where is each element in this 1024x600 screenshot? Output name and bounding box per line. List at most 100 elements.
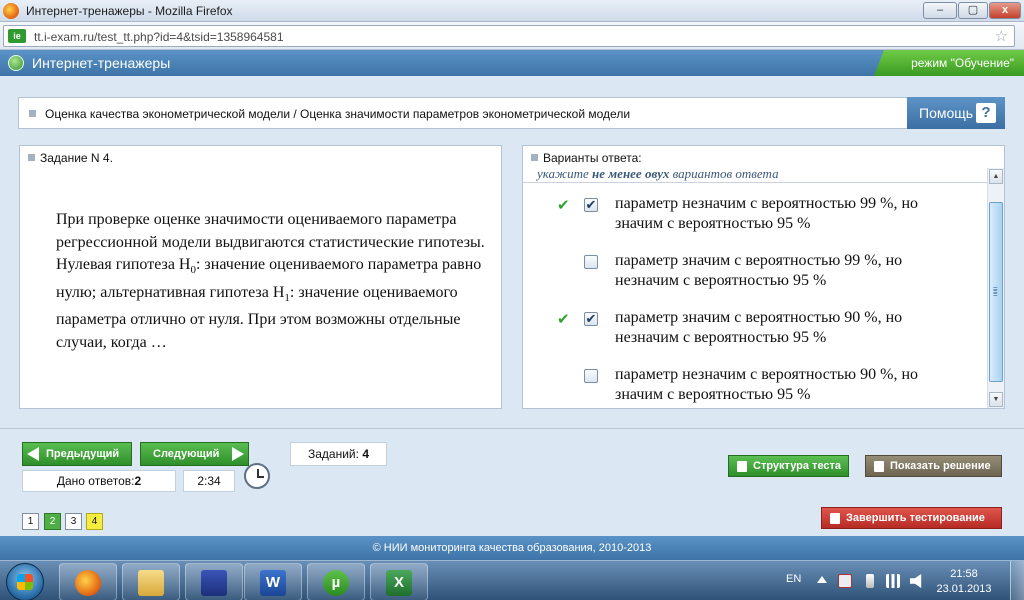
clock-time: 21:58 <box>950 568 978 580</box>
maximize-button[interactable]: ▢ <box>958 2 988 19</box>
tray-expand-icon[interactable] <box>817 576 827 583</box>
volume-icon[interactable] <box>910 574 922 588</box>
bullet-icon <box>531 154 538 161</box>
breadcrumb: Оценка качества эконометрической модели … <box>18 97 908 129</box>
answered-label: Дано ответов: <box>56 474 135 488</box>
taskbar-word[interactable]: W <box>244 563 302 600</box>
answer-hint: укажите не менее овух вариантов ответа <box>537 166 779 182</box>
scroll-up-icon[interactable]: ▲ <box>989 169 1003 184</box>
tasks-counter: Заданий: 4 <box>290 442 387 466</box>
windows-logo-icon <box>17 574 33 590</box>
answers-list: ✔ ✔ параметр незначим с вероятностью 99 … <box>523 194 987 408</box>
app-title: Интернет-тренажеры <box>32 55 171 71</box>
timer: 2:34 <box>183 470 235 492</box>
answers-panel: Варианты ответа: укажите не менее овух в… <box>522 145 1005 409</box>
folder-icon <box>138 570 164 596</box>
minimize-button[interactable]: – <box>923 2 957 19</box>
breadcrumb-text: Оценка качества эконометрической модели … <box>45 107 631 121</box>
answer-text: параметр значим с вероятностью 90 %, но … <box>615 309 903 346</box>
task-text: При проверке оценке значимости оцениваем… <box>56 209 486 354</box>
answer-option-3[interactable]: ✔ ✔ параметр значим с вероятностью 90 %,… <box>523 308 987 365</box>
help-button[interactable]: Помощь ? <box>907 97 1005 129</box>
app-header: Интернет-тренажеры режим "Обучение" <box>0 50 1024 76</box>
answer-text: параметр незначим с вероятностью 99 %, н… <box>615 195 919 232</box>
close-button[interactable]: x <box>989 2 1021 19</box>
question-icon: ? <box>976 103 996 123</box>
task-header: Задание N 4. <box>20 146 501 168</box>
tasks-label: Заданий: <box>308 447 359 461</box>
language-indicator[interactable]: EN <box>786 573 801 585</box>
show-desktop-button[interactable] <box>1010 561 1024 600</box>
page-1[interactable]: 1 <box>22 513 39 530</box>
mode-badge: режим "Обучение" <box>874 50 1024 76</box>
taskbar-explorer[interactable] <box>122 563 180 600</box>
url-text[interactable]: tt.i-exam.ru/test_tt.php?id=4&tsid=13589… <box>34 30 284 44</box>
answer-checkbox[interactable]: ✔ <box>584 312 598 326</box>
arrow-right-icon <box>232 447 244 461</box>
answers-title: Варианты ответа: <box>543 151 642 165</box>
answer-checkbox[interactable] <box>584 255 598 269</box>
globe-icon <box>8 55 24 71</box>
prev-label: Предыдущий <box>46 448 120 460</box>
arrow-left-icon <box>27 447 39 461</box>
next-label: Следующий <box>153 448 220 460</box>
divider <box>0 428 1024 429</box>
hint-part-b: не менее овух <box>592 166 670 181</box>
utorrent-icon: µ <box>323 570 349 596</box>
word-icon: W <box>260 570 286 596</box>
browser-navbar: ie tt.i-exam.ru/test_tt.php?id=4&tsid=13… <box>0 22 1024 50</box>
clock-date: 23.01.2013 <box>936 583 992 595</box>
taskbar-firefox[interactable] <box>59 563 117 600</box>
signal-icon[interactable] <box>886 574 900 588</box>
show-solution-button[interactable]: Показать решение <box>865 455 1002 477</box>
answers-scrollbar[interactable]: ▲ = = = ▼ <box>987 168 1004 408</box>
hint-part-c: вариантов ответа <box>669 166 779 181</box>
bullet-icon <box>28 154 35 161</box>
book-icon <box>874 461 884 472</box>
taskbar-excel[interactable]: X <box>370 563 428 600</box>
answer-text: параметр значим с вероятностью 99 %, но … <box>615 252 903 289</box>
prev-button[interactable]: Предыдущий <box>22 442 132 466</box>
scroll-down-icon[interactable]: ▼ <box>989 392 1003 407</box>
floppy-icon <box>201 570 227 596</box>
hint-part-a: укажите <box>537 166 593 181</box>
clock-hand <box>257 476 264 478</box>
answer-option-2[interactable]: параметр значим с вероятностью 99 %, но … <box>523 251 987 308</box>
answer-checkbox[interactable] <box>584 369 598 383</box>
answer-option-1[interactable]: ✔ ✔ параметр незначим с вероятностью 99 … <box>523 194 987 251</box>
correct-check-icon: ✔ <box>557 197 570 214</box>
url-field[interactable]: ie tt.i-exam.ru/test_tt.php?id=4&tsid=13… <box>3 25 1015 47</box>
scroll-thumb[interactable]: = = = <box>989 202 1003 382</box>
action-center-icon[interactable] <box>838 574 852 588</box>
page-3[interactable]: 3 <box>65 513 82 530</box>
show-solution-label: Показать решение <box>890 460 991 472</box>
finish-label: Завершить тестирование <box>846 512 985 524</box>
battery-icon[interactable] <box>866 574 874 588</box>
finish-button[interactable]: Завершить тестирование <box>821 507 1002 529</box>
grip-icon: = = = <box>993 284 998 299</box>
correct-check-icon: ✔ <box>557 311 570 328</box>
structure-button[interactable]: Структура теста <box>728 455 849 477</box>
bookmark-star-icon[interactable]: ☆ <box>995 27 1008 45</box>
tray-clock[interactable]: 21:58 23.01.2013 <box>936 567 992 597</box>
excel-icon: X <box>386 570 412 596</box>
taskbar-utorrent[interactable]: µ <box>307 563 365 600</box>
task-panel: Задание N 4. При проверке оценке значимо… <box>19 145 502 409</box>
answered-counter: Дано ответов:2 <box>22 470 176 492</box>
clock-icon <box>244 463 270 489</box>
tasks-count: 4 <box>362 447 369 461</box>
answer-option-4[interactable]: параметр незначим с вероятностью 90 %, н… <box>523 365 987 408</box>
taskbar: W µ X EN 21:58 23.01.2013 <box>0 560 1024 600</box>
bullet-icon <box>29 110 36 117</box>
footer: © НИИ мониторинга качества образования, … <box>0 536 1024 560</box>
firefox-icon <box>75 570 101 596</box>
next-button[interactable]: Следующий <box>140 442 249 466</box>
page-4[interactable]: 4 <box>86 513 103 530</box>
answer-checkbox[interactable]: ✔ <box>584 198 598 212</box>
document-icon <box>737 461 747 472</box>
window-titlebar: Интернет-тренажеры - Mozilla Firefox – ▢… <box>0 0 1024 22</box>
taskbar-save[interactable] <box>185 563 243 600</box>
site-icon: ie <box>8 29 26 43</box>
start-button[interactable] <box>6 563 44 600</box>
page-2[interactable]: 2 <box>44 513 61 530</box>
